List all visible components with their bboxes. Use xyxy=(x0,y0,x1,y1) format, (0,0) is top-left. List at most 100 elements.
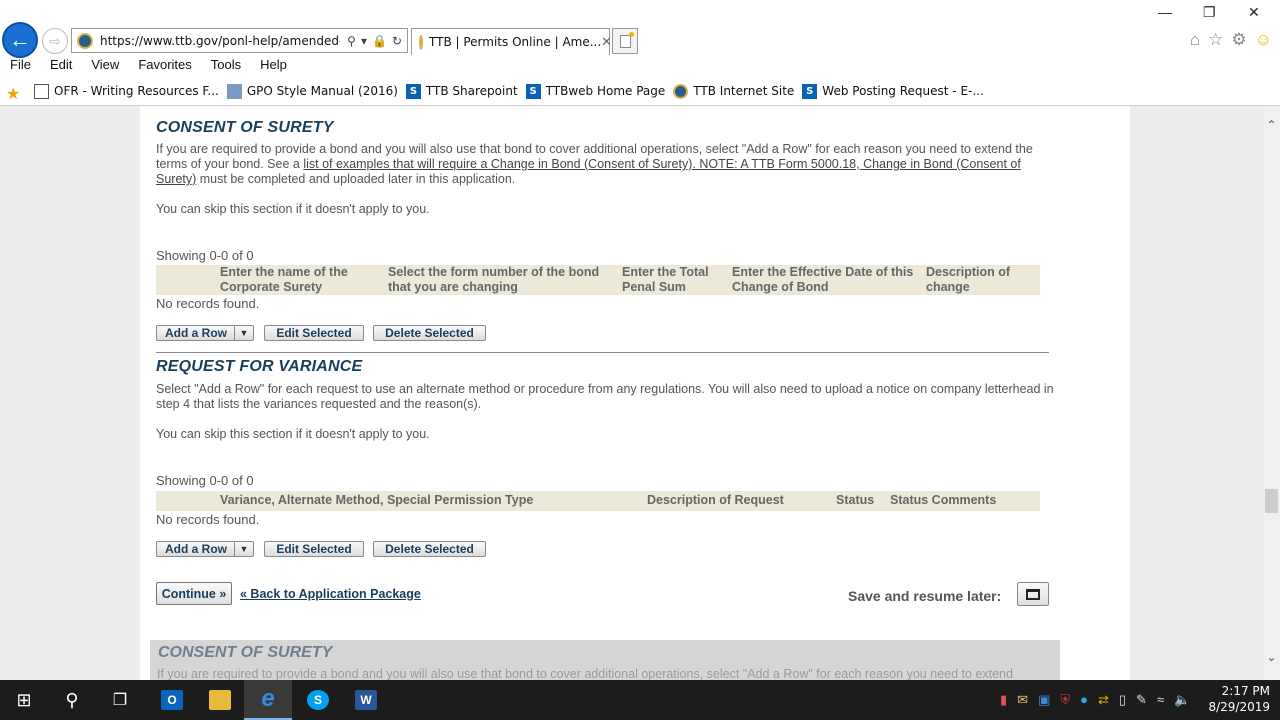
column-header[interactable]: Status xyxy=(836,493,874,508)
device-tray-icon[interactable]: ▯ xyxy=(1119,692,1126,708)
column-header[interactable]: Select the form number of the bond that … xyxy=(388,265,613,295)
search-icon: ⚲ xyxy=(65,689,79,710)
search-icon[interactable]: ⚲ xyxy=(347,34,356,48)
shield-tray-icon[interactable]: ⛨ xyxy=(1060,692,1070,708)
address-bar[interactable]: https://www.ttb.gov/ponl-help/amended-ap… xyxy=(71,28,408,53)
favorite-link[interactable]: OFR - Writing Resources F... xyxy=(34,83,219,99)
column-header[interactable]: Description of Request xyxy=(647,493,784,508)
wifi-tray-icon[interactable]: ≈ xyxy=(1157,692,1164,708)
favorite-link[interactable]: TTB Internet Site xyxy=(673,83,795,99)
home-icon[interactable]: ⌂ xyxy=(1190,30,1200,50)
add-to-favorites-bar-button[interactable]: ★ xyxy=(6,84,26,103)
refresh-icon[interactable]: ↻ xyxy=(392,34,402,48)
vertical-scrollbar[interactable]: ⌃ ⌄ xyxy=(1263,106,1280,680)
column-header[interactable]: Variance, Alternate Method, Special Perm… xyxy=(220,493,533,508)
restore-icon[interactable]: ❐ xyxy=(1203,4,1216,21)
task-view-button[interactable]: ❐ xyxy=(96,680,144,720)
lock-icon[interactable]: 🔒 xyxy=(372,34,387,48)
file-explorer-icon xyxy=(209,690,231,710)
minimize-icon[interactable]: — xyxy=(1158,4,1172,20)
network-tray-icon[interactable]: ⇄ xyxy=(1098,692,1109,708)
pen-tray-icon[interactable]: ✎ xyxy=(1136,692,1147,708)
variance-delete-selected-button[interactable]: Delete Selected xyxy=(373,541,486,557)
column-header[interactable]: Enter the name of the Corporate Surety xyxy=(220,265,370,295)
button-label: Add a Row xyxy=(165,542,227,556)
menu-favorites[interactable]: Favorites xyxy=(138,57,191,77)
gear-icon[interactable]: ⚙ xyxy=(1231,30,1246,50)
browser-tab[interactable]: TTB | Permits Online | Ame... ✕ xyxy=(411,28,612,55)
new-tab-button[interactable] xyxy=(612,28,638,54)
close-window-icon[interactable]: ✕ xyxy=(1248,4,1260,21)
favorite-link[interactable]: GPO Style Manual (2016) xyxy=(226,83,398,99)
favorite-link[interactable]: S TTBweb Home Page xyxy=(525,83,666,99)
column-header[interactable]: Enter the Effective Date of this Change … xyxy=(732,265,922,295)
skype-tray-icon[interactable]: ● xyxy=(1080,692,1088,708)
battery-tray-icon[interactable]: ▮ xyxy=(1000,692,1007,708)
taskbar-word[interactable]: W xyxy=(342,680,390,720)
variance-edit-selected-button[interactable]: Edit Selected xyxy=(264,541,364,557)
column-header[interactable]: Description of change xyxy=(926,265,1026,295)
taskbar-internet-explorer[interactable]: e xyxy=(244,680,292,720)
consent-delete-selected-button[interactable]: Delete Selected xyxy=(373,325,486,341)
favorite-label: TTB Sharepoint xyxy=(425,84,518,98)
menu-file[interactable]: File xyxy=(10,57,31,77)
menu-tools[interactable]: Tools xyxy=(211,57,241,77)
favorite-label: TTB Internet Site xyxy=(693,84,795,98)
mail-tray-icon[interactable]: ✉ xyxy=(1017,692,1028,708)
page-viewport: CONSENT OF SURETY If you are required to… xyxy=(0,106,1263,680)
scroll-down-icon[interactable]: ⌄ xyxy=(1263,650,1280,664)
tab-close-icon[interactable]: ✕ xyxy=(601,34,612,50)
variance-section-title: REQUEST FOR VARIANCE xyxy=(156,358,363,375)
chevron-down-icon[interactable]: ▼ xyxy=(234,541,253,557)
variance-no-records: No records found. xyxy=(156,512,260,527)
taskbar-clock[interactable]: 2:17 PM 8/29/2019 xyxy=(1208,683,1270,715)
favorite-link[interactable]: S Web Posting Request - E-... xyxy=(802,83,984,99)
menu-edit[interactable]: Edit xyxy=(50,57,72,77)
column-header[interactable]: Status Comments xyxy=(890,493,996,508)
variance-description: Select "Add a Row" for each request to u… xyxy=(156,382,1054,411)
smiley-feedback-icon[interactable]: ☺ xyxy=(1255,30,1272,50)
address-url[interactable]: https://www.ttb.gov/ponl-help/amended-ap… xyxy=(100,34,340,48)
ghost-section-title: CONSENT OF SURETY xyxy=(158,644,333,661)
favorite-link[interactable]: S TTB Sharepoint xyxy=(405,83,518,99)
clock-time: 2:17 PM xyxy=(1221,684,1270,698)
favorite-label: Web Posting Request - E-... xyxy=(822,84,984,98)
chevron-down-icon[interactable]: ▼ xyxy=(234,325,253,341)
taskbar-file-explorer[interactable] xyxy=(196,680,244,720)
sharepoint-icon: S xyxy=(525,83,541,99)
search-taskbar-button[interactable]: ⚲ xyxy=(48,680,96,720)
section-divider xyxy=(156,352,1049,353)
save-window-icon xyxy=(1026,588,1040,600)
column-header[interactable]: Enter the Total Penal Sum xyxy=(622,265,727,295)
variance-add-row-button[interactable]: Add a Row ▼ xyxy=(156,541,254,557)
favorites-star-icon[interactable]: ☆ xyxy=(1208,30,1223,50)
taskbar-outlook[interactable]: O xyxy=(148,680,196,720)
consent-text-end: must be completed and uploaded later in … xyxy=(196,172,516,186)
consent-no-records: No records found. xyxy=(156,296,260,311)
menu-view[interactable]: View xyxy=(91,57,119,77)
word-icon: W xyxy=(355,690,377,710)
tab-title: TTB | Permits Online | Ame... xyxy=(429,35,602,49)
continue-button[interactable]: Continue » xyxy=(156,582,232,605)
favorite-label: GPO Style Manual (2016) xyxy=(246,84,398,98)
back-to-application-link[interactable]: « Back to Application Package xyxy=(240,587,421,601)
outlook-tray-icon[interactable]: ▣ xyxy=(1038,692,1050,708)
taskbar-skype[interactable]: S xyxy=(294,680,342,720)
windows-logo-icon: ⊞ xyxy=(16,689,32,710)
volume-tray-icon[interactable]: 🔈 xyxy=(1174,692,1190,708)
forward-arrow-icon: ⇨ xyxy=(49,32,61,49)
scroll-up-icon[interactable]: ⌃ xyxy=(1263,118,1280,132)
back-button[interactable]: ← xyxy=(2,22,38,58)
consent-edit-selected-button[interactable]: Edit Selected xyxy=(264,325,364,341)
save-resume-button[interactable] xyxy=(1017,582,1049,606)
forward-button[interactable]: ⇨ xyxy=(42,28,68,54)
dropdown-icon[interactable]: ▾ xyxy=(361,34,367,48)
consent-add-row-button[interactable]: Add a Row ▼ xyxy=(156,325,254,341)
variance-table-header: Variance, Alternate Method, Special Perm… xyxy=(156,491,1040,511)
start-button[interactable]: ⊞ xyxy=(0,680,48,720)
gpo-icon xyxy=(226,83,242,99)
favorite-label: TTBweb Home Page xyxy=(545,84,666,98)
menu-help[interactable]: Help xyxy=(260,57,287,77)
task-view-icon: ❐ xyxy=(112,692,128,709)
scrollbar-thumb[interactable] xyxy=(1265,489,1278,513)
